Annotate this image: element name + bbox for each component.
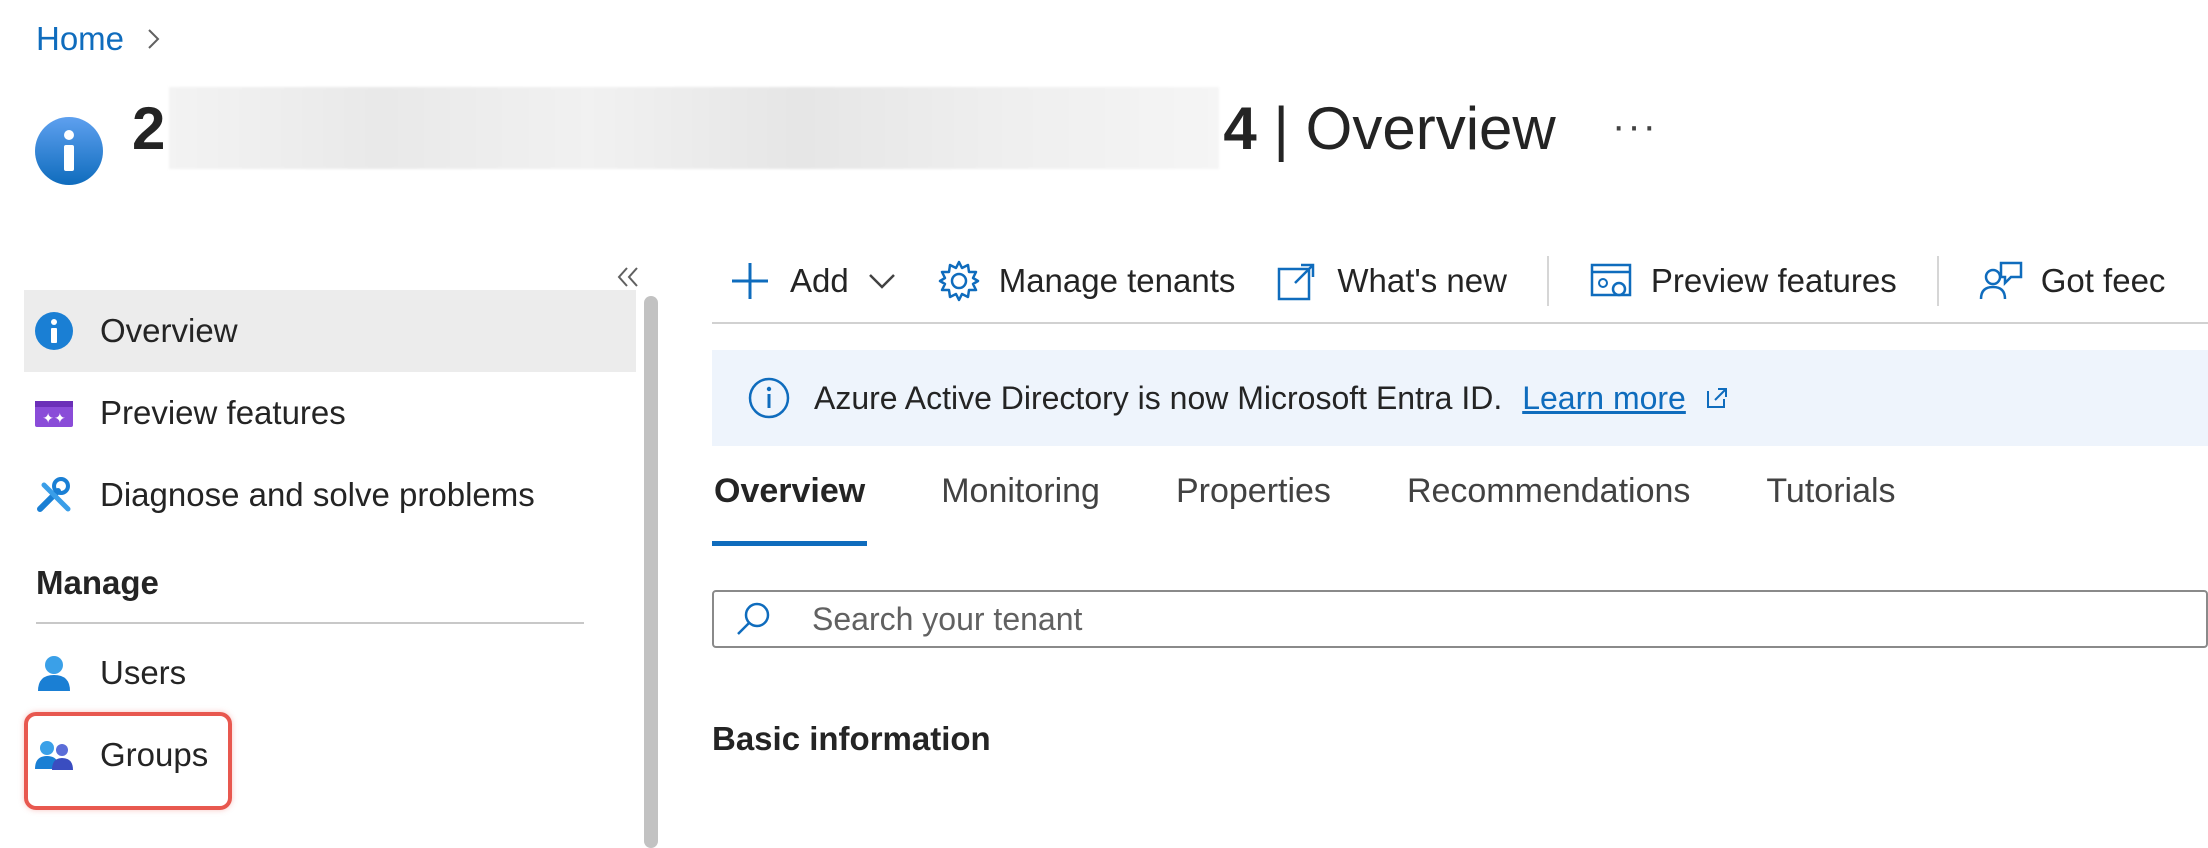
toolbar-divider-line [712,322,2208,324]
plus-icon [732,263,768,299]
manage-tenants-label: Manage tenants [998,262,1236,299]
sidebar-item-preview-features[interactable]: ✦✦ Preview features [24,372,636,454]
sidebar-item-label: Diagnose and solve problems [100,476,535,513]
add-label: Add [790,262,849,299]
open-external-icon [1278,263,1315,301]
collapse-sidebar-icon[interactable] [614,262,642,292]
sidebar-item-overview[interactable]: Overview [24,290,636,372]
gear-icon [938,260,979,302]
tab-monitoring[interactable]: Monitoring [939,466,1102,546]
title-suffix: | Overview [1256,94,1556,162]
tab-tutorials[interactable]: Tutorials [1764,466,1897,546]
banner-text: Azure Active Directory is now Microsoft … [814,379,1503,416]
basic-information-heading: Basic information [712,720,991,757]
info-outline-icon [748,377,790,419]
search-icon [737,602,770,635]
sidebar-item-users[interactable]: Users [24,632,636,714]
overview-tabs: Overview Monitoring Properties Recommend… [712,466,1970,546]
add-button[interactable]: Add [728,259,897,303]
info-icon [35,117,103,185]
sidebar-item-label: Overview [100,312,238,349]
groups-highlight-box [24,712,232,810]
preview-features-button[interactable]: Preview features [1589,259,1897,303]
learn-more-link[interactable]: Learn more [1522,380,1686,417]
toolbar-divider [1546,256,1549,306]
external-link-icon[interactable] [1704,385,1730,411]
sidebar-item-label: Preview features [100,394,346,431]
breadcrumb: Home [36,20,162,58]
info-icon [35,312,73,350]
toolbar-divider [1936,256,1939,306]
title-suffix-id: 4 [1223,94,1257,162]
preview-features-label: Preview features [1650,262,1897,299]
chevron-right-icon [148,29,160,49]
tab-recommendations[interactable]: Recommendations [1405,466,1692,546]
title-prefix: 2 [132,94,166,162]
sidebar-item-label: Users [100,654,187,691]
sidebar-scrollbar[interactable] [644,296,658,848]
svg-text:✦✦: ✦✦ [42,411,66,427]
preview-settings-icon [1590,263,1632,297]
tab-properties[interactable]: Properties [1174,466,1333,546]
sidebar-section-manage: Manage [36,564,584,624]
wrench-icon [37,477,71,512]
whats-new-button[interactable]: What's new [1275,259,1507,303]
feedback-button[interactable]: Got feec [1979,259,2166,303]
user-icon [38,656,70,691]
page-title: 2 4 | Overview [132,87,1556,169]
feedback-label: Got feec [2040,262,2166,299]
sidebar-item-diagnose[interactable]: Diagnose and solve problems [24,454,636,536]
more-options-button[interactable]: ··· [1612,104,1658,149]
search-placeholder: Search your tenant [812,600,1083,637]
tab-overview[interactable]: Overview [712,466,868,546]
whats-new-label: What's new [1337,262,1507,299]
preview-features-icon: ✦✦ [35,401,73,427]
command-bar: Add Manage tenants What's new Preview fe… [728,246,2205,316]
redacted-tenant-id [169,87,1220,169]
feedback-icon [1979,261,2022,300]
info-banner: Azure Active Directory is now Microsoft … [712,350,2208,446]
breadcrumb-home-link[interactable]: Home [36,20,124,58]
chevron-down-icon [868,274,895,289]
manage-tenants-button[interactable]: Manage tenants [937,259,1236,303]
search-tenant-input[interactable]: Search your tenant [712,590,2208,648]
